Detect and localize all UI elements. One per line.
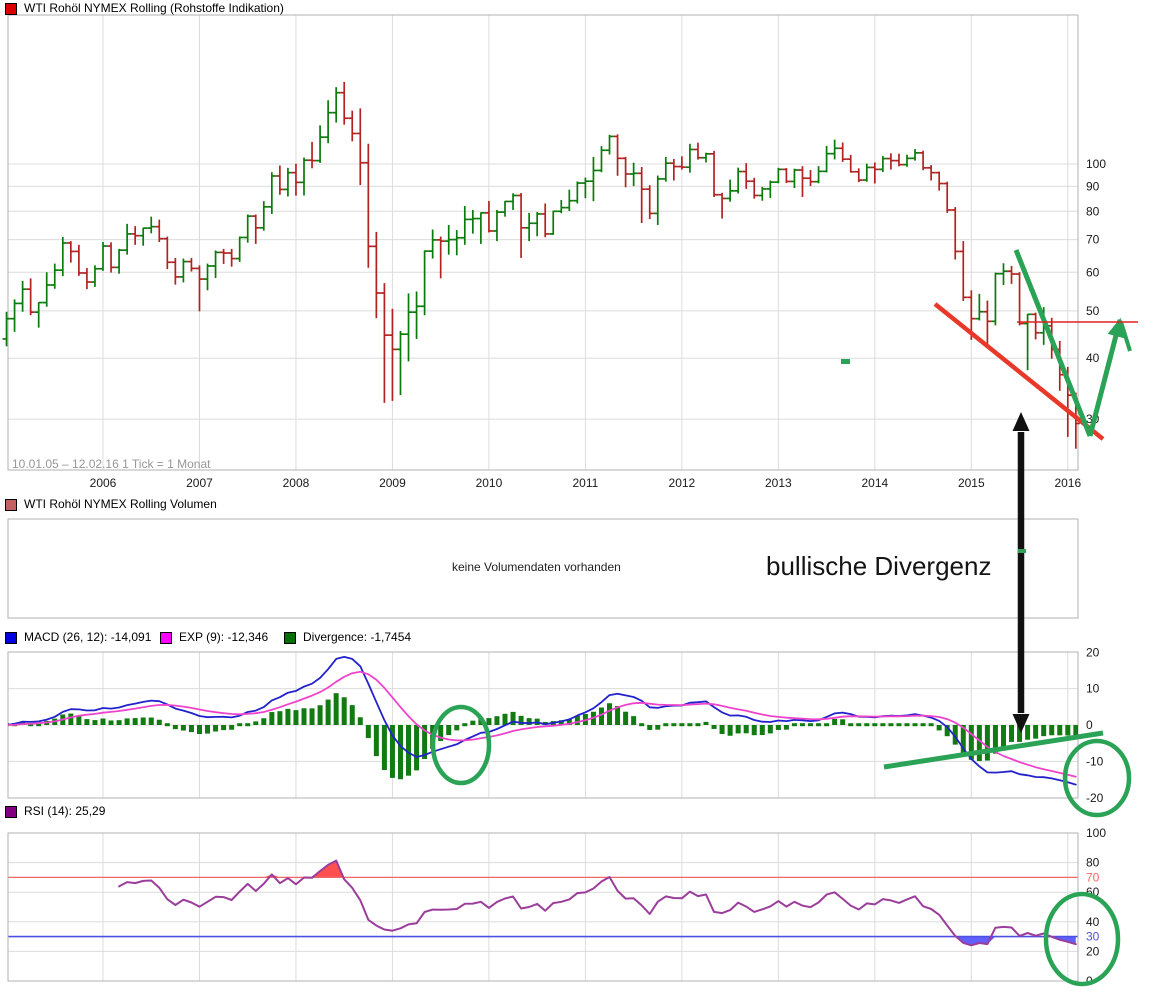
svg-text:2006: 2006 (90, 476, 117, 490)
svg-text:2012: 2012 (669, 476, 696, 490)
svg-text:2013: 2013 (765, 476, 792, 490)
bullish-divergence-annotation-text: bullische Divergenz (766, 551, 991, 582)
chart-page: 1009080706050403020062007200820092010201… (0, 0, 1159, 994)
svg-text:20: 20 (1086, 944, 1100, 958)
annotations (433, 250, 1138, 984)
svg-text:30: 30 (1086, 930, 1100, 944)
no-volume-data-message: keine Volumendaten vorhanden (452, 560, 621, 574)
price-up-arrow-green (1090, 318, 1124, 436)
macd-legend-item-exp: EXP (9): -12,346 (160, 631, 268, 644)
date-range-label: 10.01.05 – 12.02.16 1 Tick = 1 Monat (12, 457, 210, 471)
price-panel-title-label: WTI Rohöl NYMEX Rolling (Rohstoffe Indik… (24, 2, 284, 15)
svg-text:80: 80 (1086, 856, 1100, 870)
exp-legend-label: EXP (9): -12,346 (179, 631, 268, 644)
price-panel-title: WTI Rohöl NYMEX Rolling (Rohstoffe Indik… (5, 2, 284, 15)
svg-text:90: 90 (1086, 179, 1100, 193)
svg-text:2010: 2010 (476, 476, 503, 490)
svg-text:-20: -20 (1086, 791, 1104, 805)
macd-legend-item-macd: MACD (26, 12): -14,091 (5, 631, 151, 644)
svg-text:2016: 2016 (1054, 476, 1081, 490)
macd-circle-2009 (433, 707, 489, 783)
svg-text:40: 40 (1086, 915, 1100, 929)
svg-text:2009: 2009 (379, 476, 406, 490)
macd-legend-square (5, 632, 17, 644)
price-candles (3, 82, 1080, 449)
volume-legend-square (5, 499, 17, 511)
rsi-panel (8, 833, 1078, 981)
green-dash-price (841, 359, 850, 364)
svg-text:2007: 2007 (186, 476, 213, 490)
x-axis-year-labels: 2006 2007 2008 2009 2010 2011 2012 2013 2014 2015… (90, 476, 1082, 490)
svg-text:0: 0 (1086, 718, 1093, 732)
svg-text:100: 100 (1086, 826, 1106, 840)
svg-text:2015: 2015 (958, 476, 985, 490)
volume-panel-title-label: WTI Rohöl NYMEX Rolling Volumen (24, 498, 217, 511)
svg-text:60: 60 (1086, 265, 1100, 279)
divergence-legend-square (284, 632, 296, 644)
rsi-legend-square (5, 806, 17, 818)
rsi-legend-label: RSI (14): 25,29 (24, 805, 105, 818)
svg-text:80: 80 (1086, 204, 1100, 218)
svg-text:50: 50 (1086, 304, 1100, 318)
macd-legend-item-divergence: Divergence: -1,7454 (284, 631, 411, 644)
macd-axis-labels: 20 10 0 -10 -20 (1086, 645, 1104, 805)
divergence-double-arrow (1013, 412, 1030, 733)
rsi-axis-labels: 1008070604030200 (1086, 826, 1106, 988)
svg-text:70: 70 (1086, 870, 1100, 884)
volume-panel-title: WTI Rohöl NYMEX Rolling Volumen (5, 498, 217, 511)
svg-text:10: 10 (1086, 682, 1100, 696)
svg-text:70: 70 (1086, 233, 1100, 247)
svg-text:-10: -10 (1086, 754, 1104, 768)
svg-text:2008: 2008 (283, 476, 310, 490)
rsi-panel-title: RSI (14): 25,29 (5, 805, 105, 818)
divergence-legend-label: Divergence: -1,7454 (303, 631, 411, 644)
price-panel-grid (8, 15, 1078, 470)
price-legend-square (5, 3, 17, 15)
green-dash-volume (1018, 549, 1026, 553)
svg-text:2011: 2011 (572, 476, 598, 490)
svg-text:2014: 2014 (861, 476, 888, 490)
svg-text:100: 100 (1086, 157, 1106, 171)
svg-text:40: 40 (1086, 351, 1100, 365)
macd-series (4, 657, 1078, 785)
macd-legend-label: MACD (26, 12): -14,091 (24, 631, 151, 644)
svg-text:20: 20 (1086, 645, 1100, 659)
exp-legend-square (160, 632, 172, 644)
